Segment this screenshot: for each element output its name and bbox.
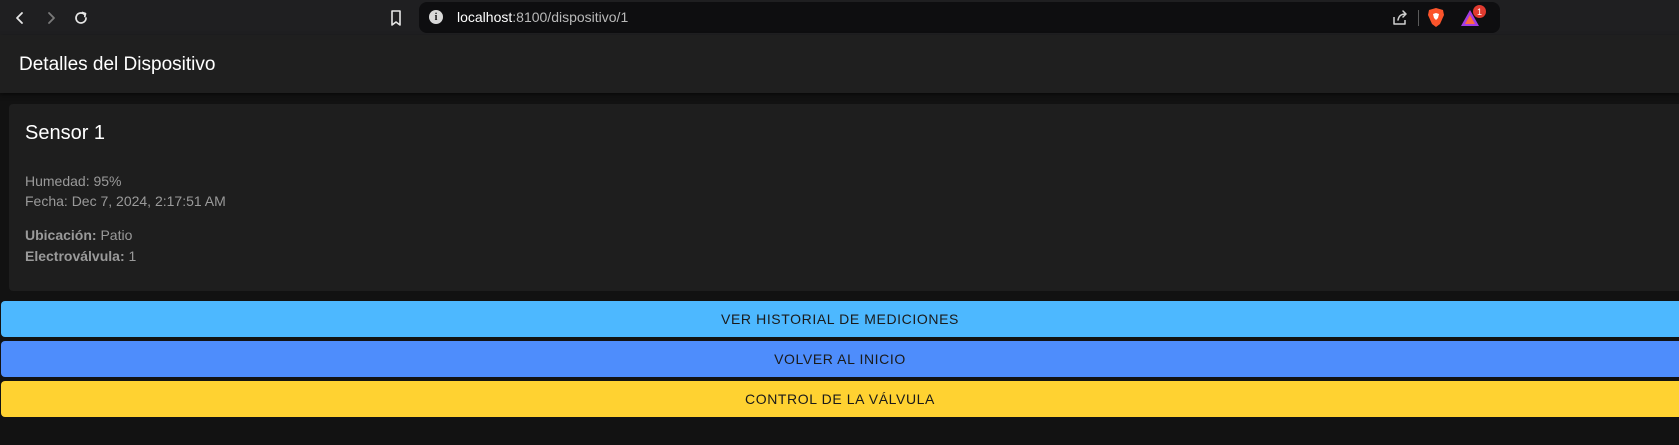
device-card: Sensor 1 Humedad: 95% Fecha: Dec 7, 2024…	[9, 104, 1679, 291]
reload-icon[interactable]	[70, 7, 92, 29]
valve-label: Electroválvula:	[25, 248, 125, 264]
address-bar[interactable]: i localhost:8100/dispositivo/1 1	[419, 2, 1500, 33]
address-bar-divider	[1418, 10, 1419, 26]
browser-toolbar: i localhost:8100/dispositivo/1 1	[0, 0, 1679, 35]
url-text[interactable]: localhost:8100/dispositivo/1	[457, 9, 628, 25]
share-icon[interactable]	[1390, 8, 1410, 28]
valve-value: 1	[124, 248, 137, 264]
forward-icon[interactable]	[40, 7, 62, 29]
location-label: Ubicación:	[25, 227, 97, 243]
measurement-date: Fecha: Dec 7, 2024, 2:17:51 AM	[25, 193, 226, 209]
bookmark-icon[interactable]	[385, 7, 407, 29]
valve-control-button[interactable]: CONTROL DE LA VÁLVULA	[1, 381, 1679, 417]
valve-row: Electroválvula: 1	[25, 248, 136, 264]
url-path: :8100/dispositivo/1	[512, 9, 629, 25]
humidity-reading: Humedad: 95%	[25, 173, 122, 189]
page-title: Detalles del Dispositivo	[19, 54, 216, 75]
card-title: Sensor 1	[25, 122, 106, 144]
view-history-button[interactable]: VER HISTORIAL DE MEDICIONES	[1, 301, 1679, 337]
site-info-icon[interactable]: i	[429, 10, 443, 24]
url-host: localhost	[457, 9, 513, 25]
rewards-badge: 1	[1473, 5, 1486, 18]
location-row: Ubicación: Patio	[25, 227, 132, 243]
back-home-button[interactable]: VOLVER AL INICIO	[1, 341, 1679, 377]
location-value: Patio	[96, 227, 133, 243]
back-icon[interactable]	[9, 7, 31, 29]
brave-shield-icon[interactable]	[1426, 7, 1446, 28]
app-header: Detalles del Dispositivo	[0, 35, 1679, 93]
